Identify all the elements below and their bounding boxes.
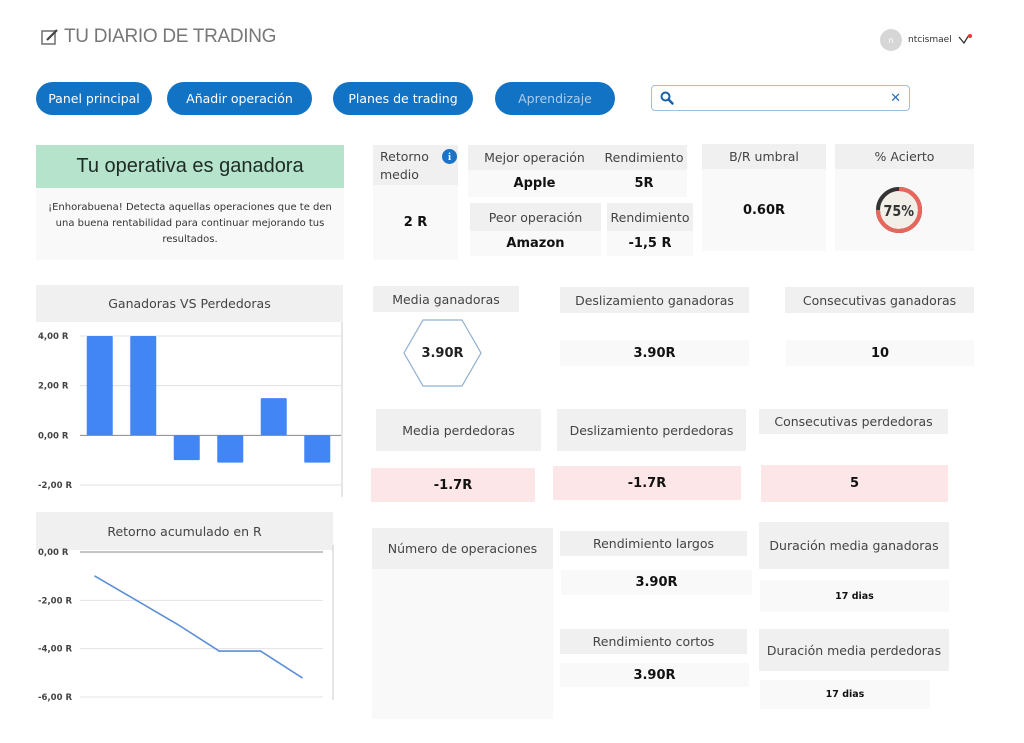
duracion-ganadoras-label: Duración media ganadoras [759,522,949,569]
media-ganadoras-value: 3.90R [421,345,464,361]
data-point [259,650,262,652]
y-tick-label: 0,00 R [38,548,69,558]
banner-title: Tu operativa es ganadora [36,145,344,188]
bar [130,336,157,436]
duracion-perdedoras-value: 17 dias [760,680,930,709]
rendimiento-cortos-value: 3.90R [560,663,749,687]
deslizamiento-perdedoras-value: -1.7R [553,466,741,500]
y-tick-label: -4,00 R [38,645,72,655]
mejor-operacion-value: Apple [468,170,601,197]
data-point [94,575,96,577]
media-perdedoras-value: -1.7R [371,468,535,502]
brand: TU DIARIO DE TRADING [40,26,276,48]
deslizamiento-ganadoras-label: Deslizamiento ganadoras [560,287,749,313]
y-tick-label: 0,00 R [38,431,69,441]
nav-aprendizaje[interactable]: Aprendizaje [495,82,615,115]
line-chart: 0,00 R -2,00 R -4,00 R -6,00 R [38,545,334,703]
acierto-value: 75% [884,203,915,220]
peor-operacion-label: Peor operación [470,203,601,231]
retorno-medio-value: 2 R [373,185,458,260]
bar [260,398,287,436]
bar-chart-title: Ganadoras VS Perdedoras [36,285,343,322]
info-icon[interactable]: i [442,149,457,164]
retorno-medio-header: Retorno medio i [373,145,458,185]
br-umbral-value: 0.60R [702,169,826,251]
nav-panel-principal[interactable]: Panel principal [36,82,152,115]
search-box[interactable]: ✕ [651,85,910,111]
peor-operacion-value: Amazon [470,231,601,256]
duracion-perdedoras-label: Duración media perdedoras [759,629,949,671]
bar [86,336,113,436]
mejor-rendimiento-value: 5R [601,170,687,197]
retorno-medio-label: Retorno medio [380,149,429,182]
user-menu[interactable]: n ntcismael [880,29,972,51]
y-tick-label: 2,00 R [38,382,69,392]
notification-dot [967,34,972,38]
edit-note-icon [41,29,58,45]
y-tick-label: -2,00 R [38,481,72,491]
data-point [135,599,138,602]
mejor-rendimiento-label: Rendimiento [601,145,687,170]
data-point [218,650,220,652]
series-line [94,575,303,679]
br-umbral-label: B/R umbral [702,144,826,169]
banner-body: ¡Enhorabuena! Detecta aquellas operacion… [36,188,344,260]
rendimiento-cortos-label: Rendimiento cortos [560,629,747,654]
close-icon[interactable]: ✕ [890,91,901,106]
search-icon[interactable] [660,91,674,105]
nav-planes-trading[interactable]: Planes de trading [333,82,473,115]
y-tick-label: 4,00 R [38,332,69,342]
avatar[interactable]: n [880,29,902,51]
consecutivas-perdedoras-value: 5 [761,465,948,502]
bar [304,435,331,463]
search-input[interactable] [680,91,891,105]
acierto-panel: 75% [835,169,974,251]
bar-chart: 4,00 R 2,00 R 0,00 R -2,00 R [38,322,343,497]
media-perdedoras-label: Media perdedoras [376,409,541,451]
consecutivas-ganadoras-value: 10 [786,340,974,366]
app-title: TU DIARIO DE TRADING [64,26,277,47]
data-point [177,623,179,626]
y-tick-label: -6,00 R [38,693,72,703]
username[interactable]: ntcismael [908,35,952,45]
consecutivas-perdedoras-label: Consecutivas perdedoras [759,409,948,434]
consecutivas-ganadoras-label: Consecutivas ganadoras [785,287,974,313]
mejor-operacion-label: Mejor operación [468,145,601,170]
media-ganadoras-label: Media ganadoras [373,286,519,312]
nav-anadir-operacion[interactable]: Añadir operación [167,82,312,115]
duracion-ganadoras-value: 17 dias [760,580,949,612]
media-ganadoras-hexagon: 3.90R [403,319,482,387]
peor-rendimiento-label: Rendimiento [607,203,693,231]
bar [173,435,200,461]
rendimiento-largos-value: 3.90R [561,570,752,595]
chevron-down-icon[interactable] [958,34,972,46]
deslizamiento-perdedoras-label: Deslizamiento perdedoras [557,409,746,451]
acierto-label: % Acierto [835,144,974,169]
bar [217,435,244,463]
peor-rendimiento-value: -1,5 R [607,231,693,256]
data-point [301,676,303,679]
numero-operaciones-label: Número de operaciones [372,528,553,569]
acierto-gauge: 75% [876,187,922,233]
deslizamiento-ganadoras-value: 3.90R [560,340,749,366]
numero-operaciones-panel [372,569,553,719]
y-tick-label: -2,00 R [38,596,72,606]
rendimiento-largos-label: Rendimiento largos [560,531,747,556]
